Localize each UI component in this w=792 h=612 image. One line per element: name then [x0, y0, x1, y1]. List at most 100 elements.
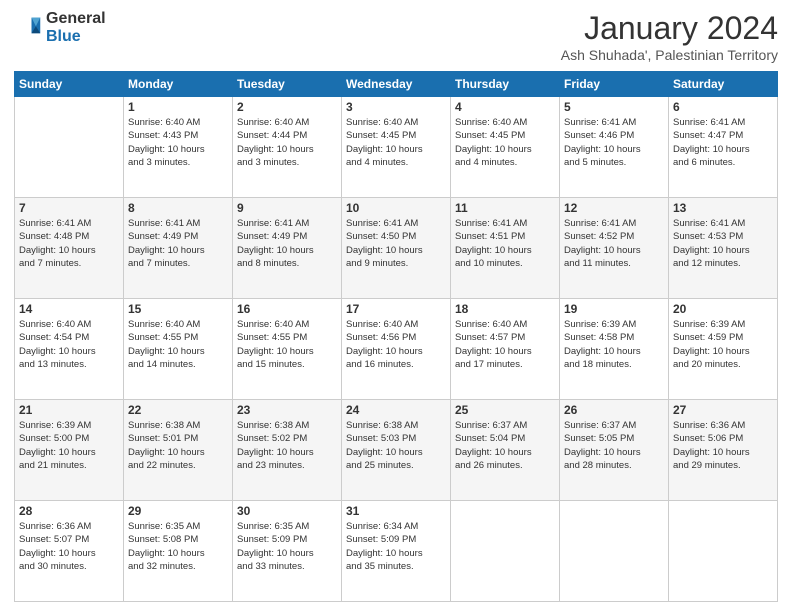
day-info: Sunrise: 6:36 AM Sunset: 5:07 PM Dayligh…: [19, 520, 119, 573]
day-info: Sunrise: 6:41 AM Sunset: 4:50 PM Dayligh…: [346, 217, 446, 270]
calendar-cell: 24 Sunrise: 6:38 AM Sunset: 5:03 PM Dayli…: [342, 400, 451, 501]
day-number: 22: [128, 403, 228, 417]
calendar-cell: 8 Sunrise: 6:41 AM Sunset: 4:49 PM Daylig…: [124, 198, 233, 299]
day-number: 4: [455, 100, 555, 114]
day-number: 8: [128, 201, 228, 215]
calendar-cell: 4 Sunrise: 6:40 AM Sunset: 4:45 PM Daylig…: [451, 97, 560, 198]
logo-icon: [14, 14, 42, 42]
calendar-header: SundayMondayTuesdayWednesdayThursdayFrid…: [15, 72, 778, 97]
day-header-friday: Friday: [560, 72, 669, 97]
day-number: 25: [455, 403, 555, 417]
day-header-saturday: Saturday: [669, 72, 778, 97]
calendar-cell: 18 Sunrise: 6:40 AM Sunset: 4:57 PM Dayli…: [451, 299, 560, 400]
day-info: Sunrise: 6:40 AM Sunset: 4:45 PM Dayligh…: [455, 116, 555, 169]
day-info: Sunrise: 6:39 AM Sunset: 4:58 PM Dayligh…: [564, 318, 664, 371]
day-number: 9: [237, 201, 337, 215]
day-number: 20: [673, 302, 773, 316]
calendar-cell: 12 Sunrise: 6:41 AM Sunset: 4:52 PM Dayli…: [560, 198, 669, 299]
logo-text: General Blue: [46, 10, 106, 45]
day-number: 29: [128, 504, 228, 518]
calendar-cell: 26Sunrise: 6:37 AM Sunset: 5:05 PM Dayli…: [560, 400, 669, 501]
header-row: SundayMondayTuesdayWednesdayThursdayFrid…: [15, 72, 778, 97]
calendar-body: 1Sunrise: 6:40 AM Sunset: 4:43 PM Daylig…: [15, 97, 778, 602]
calendar-cell: [669, 501, 778, 602]
calendar-cell: 7 Sunrise: 6:41 AM Sunset: 4:48 PM Daylig…: [15, 198, 124, 299]
calendar-cell: 30 Sunrise: 6:35 AM Sunset: 5:09 PM Dayli…: [233, 501, 342, 602]
day-number: 5: [564, 100, 664, 114]
day-number: 27: [673, 403, 773, 417]
logo-general: General: [46, 10, 106, 28]
calendar-cell: [451, 501, 560, 602]
day-info: Sunrise: 6:41 AM Sunset: 4:49 PM Dayligh…: [128, 217, 228, 270]
month-title: January 2024: [561, 10, 778, 47]
day-header-tuesday: Tuesday: [233, 72, 342, 97]
calendar-cell: 10 Sunrise: 6:41 AM Sunset: 4:50 PM Dayli…: [342, 198, 451, 299]
day-number: 7: [19, 201, 119, 215]
day-info: Sunrise: 6:40 AM Sunset: 4:57 PM Dayligh…: [455, 318, 555, 371]
week-row-0: 1Sunrise: 6:40 AM Sunset: 4:43 PM Daylig…: [15, 97, 778, 198]
header: General Blue January 2024 Ash Shuhada', …: [14, 10, 778, 63]
calendar-cell: 3Sunrise: 6:40 AM Sunset: 4:45 PM Daylig…: [342, 97, 451, 198]
calendar-cell: 23 Sunrise: 6:38 AM Sunset: 5:02 PM Dayli…: [233, 400, 342, 501]
day-number: 21: [19, 403, 119, 417]
day-info: Sunrise: 6:41 AM Sunset: 4:47 PM Dayligh…: [673, 116, 773, 169]
day-info: Sunrise: 6:41 AM Sunset: 4:48 PM Dayligh…: [19, 217, 119, 270]
day-header-wednesday: Wednesday: [342, 72, 451, 97]
day-info: Sunrise: 6:41 AM Sunset: 4:52 PM Dayligh…: [564, 217, 664, 270]
day-number: 3: [346, 100, 446, 114]
title-block: January 2024 Ash Shuhada', Palestinian T…: [561, 10, 778, 63]
day-number: 16: [237, 302, 337, 316]
calendar-cell: [560, 501, 669, 602]
day-number: 12: [564, 201, 664, 215]
day-info: Sunrise: 6:35 AM Sunset: 5:09 PM Dayligh…: [237, 520, 337, 573]
day-number: 11: [455, 201, 555, 215]
week-row-4: 28Sunrise: 6:36 AM Sunset: 5:07 PM Dayli…: [15, 501, 778, 602]
calendar-cell: 6 Sunrise: 6:41 AM Sunset: 4:47 PM Daylig…: [669, 97, 778, 198]
page: General Blue January 2024 Ash Shuhada', …: [0, 0, 792, 612]
day-info: Sunrise: 6:39 AM Sunset: 4:59 PM Dayligh…: [673, 318, 773, 371]
day-info: Sunrise: 6:37 AM Sunset: 5:04 PM Dayligh…: [455, 419, 555, 472]
day-info: Sunrise: 6:35 AM Sunset: 5:08 PM Dayligh…: [128, 520, 228, 573]
logo: General Blue: [14, 10, 106, 45]
day-number: 23: [237, 403, 337, 417]
week-row-2: 14 Sunrise: 6:40 AM Sunset: 4:54 PM Dayli…: [15, 299, 778, 400]
calendar-cell: 14 Sunrise: 6:40 AM Sunset: 4:54 PM Dayli…: [15, 299, 124, 400]
calendar-cell: 13Sunrise: 6:41 AM Sunset: 4:53 PM Dayli…: [669, 198, 778, 299]
day-number: 1: [128, 100, 228, 114]
day-header-sunday: Sunday: [15, 72, 124, 97]
calendar-cell: 9Sunrise: 6:41 AM Sunset: 4:49 PM Daylig…: [233, 198, 342, 299]
day-number: 30: [237, 504, 337, 518]
calendar-cell: 5 Sunrise: 6:41 AM Sunset: 4:46 PM Daylig…: [560, 97, 669, 198]
day-number: 10: [346, 201, 446, 215]
calendar-cell: 17Sunrise: 6:40 AM Sunset: 4:56 PM Dayli…: [342, 299, 451, 400]
day-number: 19: [564, 302, 664, 316]
day-info: Sunrise: 6:38 AM Sunset: 5:01 PM Dayligh…: [128, 419, 228, 472]
day-number: 18: [455, 302, 555, 316]
day-info: Sunrise: 6:41 AM Sunset: 4:51 PM Dayligh…: [455, 217, 555, 270]
day-number: 13: [673, 201, 773, 215]
day-info: Sunrise: 6:38 AM Sunset: 5:03 PM Dayligh…: [346, 419, 446, 472]
day-header-monday: Monday: [124, 72, 233, 97]
day-number: 24: [346, 403, 446, 417]
day-info: Sunrise: 6:38 AM Sunset: 5:02 PM Dayligh…: [237, 419, 337, 472]
logo-blue: Blue: [46, 28, 106, 46]
week-row-1: 7 Sunrise: 6:41 AM Sunset: 4:48 PM Daylig…: [15, 198, 778, 299]
day-info: Sunrise: 6:34 AM Sunset: 5:09 PM Dayligh…: [346, 520, 446, 573]
calendar-cell: 27Sunrise: 6:36 AM Sunset: 5:06 PM Dayli…: [669, 400, 778, 501]
day-number: 14: [19, 302, 119, 316]
calendar-cell: 29 Sunrise: 6:35 AM Sunset: 5:08 PM Dayli…: [124, 501, 233, 602]
day-info: Sunrise: 6:40 AM Sunset: 4:54 PM Dayligh…: [19, 318, 119, 371]
calendar-cell: [15, 97, 124, 198]
day-number: 6: [673, 100, 773, 114]
calendar-cell: 31Sunrise: 6:34 AM Sunset: 5:09 PM Dayli…: [342, 501, 451, 602]
calendar-cell: 22 Sunrise: 6:38 AM Sunset: 5:01 PM Dayli…: [124, 400, 233, 501]
calendar-cell: 1Sunrise: 6:40 AM Sunset: 4:43 PM Daylig…: [124, 97, 233, 198]
week-row-3: 21Sunrise: 6:39 AM Sunset: 5:00 PM Dayli…: [15, 400, 778, 501]
calendar-cell: 16 Sunrise: 6:40 AM Sunset: 4:55 PM Dayli…: [233, 299, 342, 400]
day-header-thursday: Thursday: [451, 72, 560, 97]
calendar-cell: 11 Sunrise: 6:41 AM Sunset: 4:51 PM Dayli…: [451, 198, 560, 299]
calendar-cell: 21Sunrise: 6:39 AM Sunset: 5:00 PM Dayli…: [15, 400, 124, 501]
day-info: Sunrise: 6:40 AM Sunset: 4:55 PM Dayligh…: [237, 318, 337, 371]
day-number: 2: [237, 100, 337, 114]
day-info: Sunrise: 6:41 AM Sunset: 4:46 PM Dayligh…: [564, 116, 664, 169]
